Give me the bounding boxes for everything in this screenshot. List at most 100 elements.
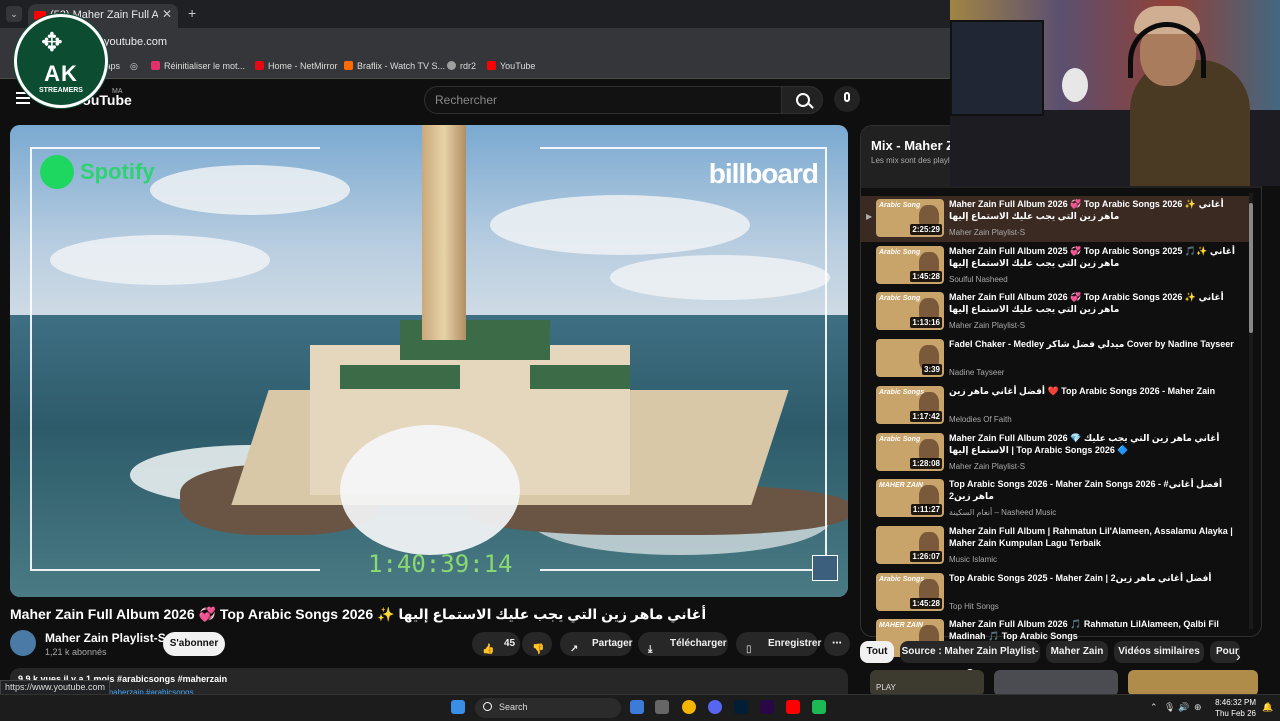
instagram-icon: [151, 61, 160, 70]
bookmark-braflix[interactable]: Braflix - Watch TV S...: [344, 61, 445, 71]
playlist-thumbnail[interactable]: Arabic Song 2:25:29: [876, 199, 944, 237]
address-text[interactable]: youtube.com: [104, 36, 167, 48]
playlist-item-channel[interactable]: Music Islamic: [949, 555, 997, 564]
cloud: [610, 255, 830, 300]
bookmark-youtube[interactable]: YouTube: [487, 61, 535, 71]
share-label: Partager: [592, 638, 633, 649]
playlist-item-title[interactable]: Maher Zain Full Album 2025 💞 Top Arabic …: [949, 245, 1239, 269]
channel-avatar[interactable]: [10, 630, 36, 656]
cloud: [490, 195, 750, 255]
taskbar-search[interactable]: Search: [475, 698, 621, 718]
premiere-icon[interactable]: [760, 700, 774, 714]
photoshop-icon[interactable]: [734, 700, 748, 714]
save-button[interactable]: ▯ Enregistrer: [736, 632, 822, 656]
chevron-up-icon[interactable]: ⌃: [1150, 702, 1158, 713]
like-button[interactable]: 👍 45: [472, 632, 520, 656]
playlist-thumbnail[interactable]: Arabic Song 1:28:08: [876, 432, 944, 471]
playlist-item-channel[interactable]: Maher Zain Playlist-S: [949, 321, 1025, 330]
address-bar[interactable]: youtube.com: [0, 28, 950, 56]
playlist-thumbnail[interactable]: Arabic Songs 1:45:28: [876, 572, 944, 611]
playlist-item-title[interactable]: Maher Zain Full Album 2026 💎 أغاني ماهر …: [949, 432, 1239, 456]
more-actions-button[interactable]: ⋯: [824, 632, 850, 656]
youtube-icon[interactable]: [786, 700, 800, 714]
chevron-right-icon[interactable]: ›: [1236, 648, 1241, 664]
playlist-item-title[interactable]: Top Arabic Songs 2025 - Maher Zain | أفض…: [949, 572, 1239, 584]
playlist-item[interactable]: ▶ Arabic Song 2:25:29 Maher Zain Full Album…: [861, 196, 1251, 242]
playlist-item-channel[interactable]: Soulful Nasheed: [949, 275, 1008, 284]
store-icon[interactable]: [655, 700, 669, 714]
bookmark-netmirror[interactable]: Home - NetMirror: [255, 61, 338, 71]
subscribe-button[interactable]: S'abonner: [163, 632, 225, 656]
playlist-item-channel[interactable]: Maher Zain Playlist-S: [949, 462, 1025, 471]
playlist-item-channel[interactable]: Maher Zain Playlist-S: [949, 228, 1025, 237]
subscriber-count: 1,21 k abonnés: [45, 647, 107, 657]
playlist-scrollbar[interactable]: [1249, 193, 1253, 629]
bookmark-reset-password[interactable]: Réinitialiser le mot...: [151, 61, 245, 71]
playlist-item[interactable]: Arabic Song 1:45:28 Maher Zain Full Album …: [861, 243, 1251, 289]
playlist-item-channel[interactable]: Melodies Of Faith: [949, 415, 1012, 424]
playlist-item-channel[interactable]: Nadine Tayseer: [949, 368, 1004, 377]
scrollbar-thumb[interactable]: [1249, 203, 1253, 333]
playlist-item[interactable]: Arabic Songs 1:17:42 أفضل أغاني ماهر زين ❤…: [861, 383, 1251, 429]
recommendation-thumbnail[interactable]: [1128, 670, 1258, 696]
playlist-item[interactable]: Arabic Songs 1:45:28 Top Arabic Songs 2025…: [861, 570, 1251, 616]
playlist-item-channel[interactable]: أنغام السكينة – Nasheed Music: [949, 508, 1056, 517]
playlist-thumbnail[interactable]: 1:26:07: [876, 525, 944, 564]
file-explorer-icon[interactable]: [630, 700, 644, 714]
share-button[interactable]: ↗ Partager: [560, 632, 633, 656]
windows-start-icon[interactable]: [451, 700, 465, 714]
chip-maher-zain[interactable]: Maher Zain: [1046, 641, 1108, 663]
network-icon[interactable]: ⊕: [1194, 702, 1202, 713]
download-button[interactable]: ⤓ Télécharger: [638, 632, 728, 656]
playlist-item[interactable]: 1:26:07 Maher Zain Full Album | Rahmatun …: [861, 523, 1251, 569]
playlist-item-title[interactable]: Maher Zain Full Album | Rahmatun Lil'Ala…: [949, 525, 1239, 549]
playlist-item-title[interactable]: Fadel Chaker - Medley ميدلي فضل شاكر Cov…: [949, 338, 1239, 350]
playlist-item-title[interactable]: Top Arabic Songs 2026 - Maher Zain Songs…: [949, 478, 1239, 502]
notification-bell-icon[interactable]: 🔔: [1262, 702, 1273, 713]
speaker-icon[interactable]: 🔊: [1178, 702, 1189, 713]
discord-icon[interactable]: [708, 700, 722, 714]
playlist-thumbnail[interactable]: 3:39: [876, 339, 944, 378]
save-label: Enregistrer: [768, 638, 822, 649]
playlist-item-title[interactable]: Maher Zain Full Album 2026 💞 Top Arabic …: [949, 291, 1239, 315]
video-player[interactable]: Spotify billboard 1:40:39:14: [10, 125, 848, 597]
chip-all[interactable]: Tout: [860, 641, 894, 663]
channel-name[interactable]: Maher Zain Playlist-S: [45, 631, 166, 645]
bookmark-rdr2[interactable]: rdr2: [447, 61, 476, 71]
globe-icon[interactable]: ◎: [130, 61, 138, 72]
taskbar-clock[interactable]: 8:46:32 PM Thu Feb 26: [1210, 697, 1256, 719]
chip-similar-videos[interactable]: Vidéos similaires: [1114, 641, 1204, 663]
new-tab-button[interactable]: +: [188, 5, 196, 21]
recommendation-thumbnail[interactable]: [994, 670, 1118, 696]
media-app-icon[interactable]: [812, 700, 826, 714]
tab-list-icon[interactable]: ⌄: [6, 6, 22, 22]
microphone-icon: [844, 92, 850, 102]
chip-source[interactable]: Source : Maher Zain Playlist-S: [900, 641, 1040, 679]
microphone-icon[interactable]: 🎙: [1164, 702, 1175, 713]
video-duration: 1:13:16: [910, 317, 942, 329]
tab-close-icon[interactable]: ✕: [162, 7, 172, 21]
recommendation-thumbnail[interactable]: PLAY: [870, 670, 984, 696]
playlist-thumbnail[interactable]: Arabic Songs 1:17:42: [876, 385, 944, 424]
playlist-item[interactable]: Arabic Song 1:28:08 Maher Zain Full Album …: [861, 430, 1251, 476]
search-input[interactable]: Rechercher: [424, 86, 782, 114]
chrome-icon[interactable]: [682, 700, 696, 714]
dislike-button[interactable]: 👎: [522, 632, 552, 656]
playlist-item-title[interactable]: أفضل أغاني ماهر زين ❤️ Top Arabic Songs …: [949, 385, 1239, 397]
browser-tab-bar: ⌄ (53) Maher Zain Full Album 2026 ✕ +: [0, 0, 950, 28]
search-button[interactable]: [781, 86, 823, 114]
playlist-item[interactable]: 3:39 Fadel Chaker - Medley ميدلي فضل شاكر…: [861, 336, 1251, 382]
voice-search-button[interactable]: [834, 86, 860, 112]
playlist-item[interactable]: Arabic Song 1:13:16 Maher Zain Full Album …: [861, 289, 1251, 335]
playlist-thumbnail[interactable]: Arabic Song 1:13:16: [876, 292, 944, 331]
region-code: MA: [112, 88, 123, 95]
youtube-icon: [487, 61, 496, 70]
playlist-thumbnail[interactable]: MAHER ZAIN 1:11:27: [876, 479, 944, 518]
playlist-item-title[interactable]: Maher Zain Full Album 2026 🎵 Rahmatun Li…: [949, 618, 1239, 642]
playlist-item[interactable]: MAHER ZAIN 1:11:27 Top Arabic Songs 2026 -…: [861, 476, 1251, 522]
playlist-item-channel[interactable]: Top Hit Songs: [949, 602, 999, 611]
eagle-emblem-icon: ✥: [41, 27, 63, 57]
taskbar-search-label: Search: [499, 702, 528, 712]
playlist-item-title[interactable]: Maher Zain Full Album 2026 💞 Top Arabic …: [949, 198, 1239, 222]
playlist-thumbnail[interactable]: Arabic Song 1:45:28: [876, 245, 944, 284]
